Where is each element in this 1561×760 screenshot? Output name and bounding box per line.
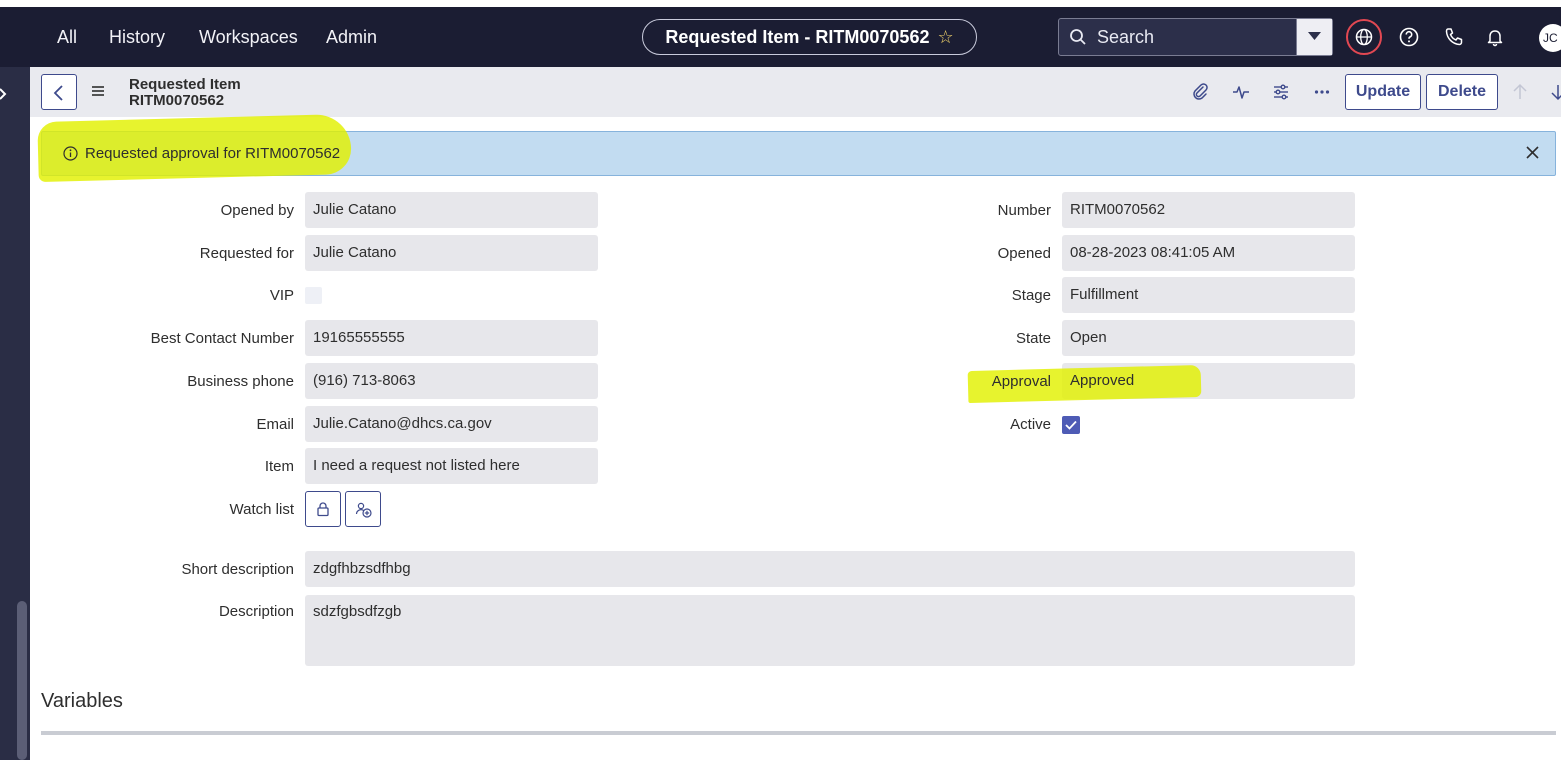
- business-phone-label: Business phone: [187, 373, 294, 390]
- nav-all[interactable]: All: [57, 7, 77, 67]
- help-icon[interactable]: [1397, 25, 1421, 49]
- globe-icon: [1355, 28, 1373, 46]
- number-label: Number: [997, 202, 1051, 219]
- info-icon: [63, 146, 78, 161]
- collapse-caret-icon[interactable]: [0, 87, 8, 101]
- opened-by-field[interactable]: Julie Catano: [305, 192, 598, 228]
- state-label: State: [1015, 330, 1051, 347]
- search-icon: [1070, 29, 1086, 45]
- watch-list-label: Watch list: [229, 501, 294, 518]
- best-contact-field[interactable]: 19165555555: [305, 320, 598, 356]
- requested-for-label: Requested for: [199, 245, 294, 262]
- arrow-down-icon[interactable]: [1548, 82, 1561, 102]
- vip-checkbox[interactable]: [305, 287, 322, 304]
- short-description-field[interactable]: zdgfhbzsdfhbg: [305, 551, 1355, 587]
- delete-button[interactable]: Delete: [1426, 74, 1498, 110]
- notification-bell-icon[interactable]: [1483, 25, 1507, 49]
- chevron-left-icon: [53, 85, 63, 101]
- attachment-icon[interactable]: [1190, 82, 1210, 102]
- favorite-star-icon[interactable]: ☆: [937, 27, 953, 48]
- record-title: Requested Item - RITM0070562: [665, 26, 930, 47]
- section-divider: [41, 731, 1556, 735]
- nav-workspaces[interactable]: Workspaces: [199, 7, 298, 67]
- update-button[interactable]: Update: [1345, 74, 1421, 110]
- requested-for-field[interactable]: Julie Catano: [305, 235, 598, 271]
- close-icon[interactable]: [1526, 146, 1539, 159]
- search-input[interactable]: Search: [1097, 19, 1154, 55]
- description-field[interactable]: sdzfgbsdfzgb: [305, 595, 1355, 666]
- record-title-pill[interactable]: Requested Item - RITM0070562 ☆: [642, 19, 977, 55]
- phone-icon[interactable]: [1442, 25, 1466, 49]
- global-search[interactable]: Search: [1058, 18, 1333, 56]
- business-phone-field[interactable]: (916) 713-8063: [305, 363, 598, 399]
- nav-admin[interactable]: Admin: [326, 7, 377, 67]
- window-top-strip: [0, 0, 1561, 7]
- caret-down-icon: [1308, 32, 1321, 40]
- user-avatar[interactable]: JC: [1539, 24, 1561, 52]
- active-checkbox[interactable]: [1062, 416, 1080, 434]
- alert-message: Requested approval for RITM0070562: [85, 145, 341, 162]
- back-button[interactable]: [41, 74, 77, 110]
- approval-field[interactable]: Approved: [1062, 363, 1355, 399]
- activity-pulse-icon[interactable]: [1231, 82, 1251, 102]
- short-description-label: Short description: [181, 561, 294, 578]
- email-label: Email: [256, 416, 294, 433]
- hamburger-menu-icon[interactable]: [91, 84, 105, 98]
- form-record-number: RITM0070562: [129, 92, 225, 109]
- state-field[interactable]: Open: [1062, 320, 1355, 356]
- stage-field[interactable]: Fulfillment: [1062, 277, 1355, 313]
- description-label: Description: [218, 603, 294, 620]
- rail-scrollbar-thumb[interactable]: [17, 601, 27, 760]
- item-field[interactable]: I need a request not listed here: [305, 448, 598, 484]
- info-alert: Requested approval for RITM0070562: [37, 113, 1556, 183]
- arrow-up-icon[interactable]: [1510, 82, 1530, 102]
- item-label: Item: [264, 458, 294, 475]
- opened-field[interactable]: 08-28-2023 08:41:05 AM: [1062, 235, 1355, 271]
- checkmark-icon: [1065, 420, 1077, 430]
- globe-button[interactable]: [1346, 19, 1382, 55]
- add-user-icon: [355, 502, 372, 518]
- form-table-label: Requested Item: [129, 76, 241, 93]
- stage-label: Stage: [1011, 287, 1051, 304]
- watch-list-lock-button[interactable]: [305, 491, 341, 527]
- number-field[interactable]: RITM0070562: [1062, 192, 1355, 228]
- best-contact-label: Best Contact Number: [150, 330, 294, 347]
- nav-history[interactable]: History: [109, 7, 165, 67]
- approval-label: Approval: [991, 373, 1051, 390]
- vip-label: VIP: [269, 287, 294, 304]
- left-rail: [0, 67, 30, 760]
- opened-by-label: Opened by: [220, 202, 294, 219]
- form-header-bar: Requested Item RITM0070562 Update Delete: [30, 67, 1561, 117]
- watch-list-add-user-button[interactable]: [345, 491, 381, 527]
- variables-section-title: Variables: [41, 690, 123, 712]
- search-scope-dropdown[interactable]: [1296, 19, 1332, 55]
- settings-sliders-icon[interactable]: [1271, 82, 1291, 102]
- more-options-icon[interactable]: [1312, 82, 1332, 102]
- top-nav-bar: All History Workspaces Admin Requested I…: [0, 7, 1561, 67]
- active-label: Active: [1010, 416, 1051, 433]
- lock-icon: [317, 502, 329, 517]
- opened-label: Opened: [997, 245, 1051, 262]
- email-field[interactable]: Julie.Catano@dhcs.ca.gov: [305, 406, 598, 442]
